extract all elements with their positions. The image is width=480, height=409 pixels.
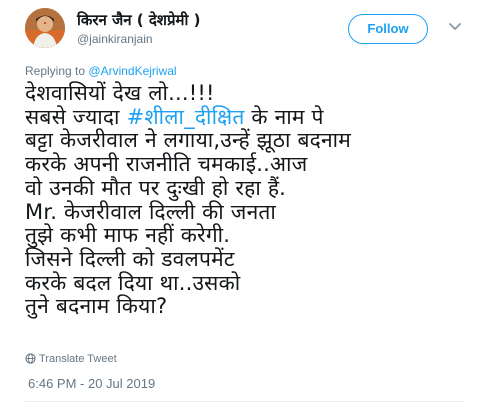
tweet-line: वो उनकी मौत पर दुःखी हो रहा हैं. bbox=[25, 175, 287, 200]
tweet-header: किरन जैन ( देशप्रेमी ) @jainkiranjain Fo… bbox=[25, 8, 465, 52]
tweet-timestamp[interactable]: 6:46 PM - 20 Jul 2019 bbox=[28, 376, 155, 391]
tweet-line: तुझे कभी माफ नहीं करेगी. bbox=[25, 223, 231, 248]
tweet-line: करके अपनी राजनीति चमकाई..आज bbox=[25, 152, 308, 177]
translate-label: Translate Tweet bbox=[39, 353, 117, 365]
tweet-line: करके बदल दिया था..उसको bbox=[25, 270, 241, 295]
author-handle[interactable]: @jainkiranjain bbox=[77, 32, 153, 46]
avatar-image bbox=[25, 8, 65, 48]
reply-to-link[interactable]: @ArvindKejriwal bbox=[88, 64, 176, 78]
tweet-line: तुने बदनाम किया? bbox=[25, 294, 168, 319]
globe-icon bbox=[25, 353, 36, 364]
avatar[interactable] bbox=[25, 8, 65, 48]
tweet-line-text: सबसे ज्यादा bbox=[25, 104, 120, 129]
more-options-button[interactable] bbox=[445, 16, 465, 36]
tweet-line: जिसने दिल्ली को डवलपमेंट bbox=[25, 246, 235, 271]
chevron-down-icon bbox=[449, 23, 461, 30]
follow-button[interactable]: Follow bbox=[348, 14, 428, 44]
reply-prefix: Replying to bbox=[25, 64, 86, 78]
author-name[interactable]: किरन जैन ( देशप्रेमी ) bbox=[77, 10, 200, 30]
translate-tweet-button[interactable]: Translate Tweet bbox=[25, 353, 117, 365]
tweet-text: देशवासियों देख लो...!!! सबसे ज्यादा #शील… bbox=[25, 81, 465, 319]
tweet-line: देशवासियों देख लो...!!! bbox=[25, 81, 215, 105]
tweet-line-text: के नाम पे bbox=[251, 104, 324, 129]
hashtag-link[interactable]: #शीला_दीक्षित bbox=[127, 105, 245, 129]
tweet-line: Mr. केजरीवाल दिल्ली की जनता bbox=[25, 199, 277, 224]
tweet-line: सबसे ज्यादा #शीला_दीक्षित के नाम पे bbox=[25, 104, 465, 130]
tweet-line: बट्टा केजरीवाल ने लगाया,उन्हें झूठा बदना… bbox=[25, 128, 352, 153]
divider bbox=[25, 401, 465, 402]
reply-context: Replying to @ArvindKejriwal bbox=[25, 64, 177, 78]
